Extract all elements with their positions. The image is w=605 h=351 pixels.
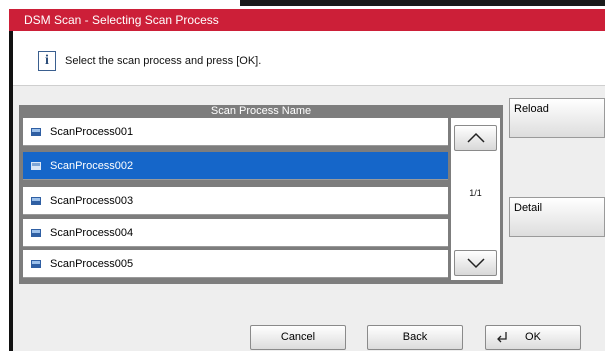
page-indicator: 1/1 bbox=[469, 188, 482, 198]
cancel-button[interactable]: Cancel bbox=[250, 325, 346, 350]
ok-button[interactable]: OK bbox=[485, 325, 581, 350]
list-item[interactable]: ScanProcess004 bbox=[23, 219, 448, 247]
list-item-label: ScanProcess004 bbox=[50, 227, 134, 239]
list-header: Scan Process Name bbox=[210, 105, 312, 117]
list-item[interactable]: ScanProcess005 bbox=[23, 250, 448, 278]
detail-button[interactable]: Detail bbox=[509, 197, 605, 237]
chevron-up-icon bbox=[467, 132, 485, 143]
list-item[interactable]: ScanProcess003 bbox=[23, 187, 448, 215]
list-item[interactable]: ScanProcess002 bbox=[23, 152, 448, 180]
info-icon: i bbox=[38, 51, 56, 71]
scan-process-icon bbox=[31, 260, 41, 268]
scroll-column: 1/1 bbox=[451, 118, 500, 280]
enter-icon bbox=[497, 332, 507, 343]
ok-label: OK bbox=[525, 331, 541, 343]
back-button[interactable]: Back bbox=[367, 325, 463, 350]
scan-process-icon bbox=[31, 162, 41, 170]
scan-process-icon bbox=[31, 229, 41, 237]
chevron-down-icon bbox=[467, 258, 485, 269]
dialog-frame: DSM Scan - Selecting Scan Process i Sele… bbox=[9, 9, 605, 351]
title-bar: DSM Scan - Selecting Scan Process bbox=[9, 9, 605, 31]
scan-process-icon bbox=[31, 128, 41, 136]
scroll-up-button[interactable] bbox=[454, 125, 497, 151]
list-item-label: ScanProcess003 bbox=[50, 195, 134, 207]
scan-process-list: Scan Process Name ScanProcess001 ScanPro… bbox=[19, 105, 503, 284]
top-strip bbox=[0, 0, 605, 9]
scroll-down-button[interactable] bbox=[454, 250, 497, 276]
list-item[interactable]: ScanProcess001 bbox=[23, 118, 448, 146]
list-item-label: ScanProcess001 bbox=[50, 126, 134, 138]
list-item-label: ScanProcess005 bbox=[50, 258, 134, 270]
scan-process-icon bbox=[31, 197, 41, 205]
list-item-label: ScanProcess002 bbox=[50, 160, 134, 172]
reload-button[interactable]: Reload bbox=[509, 98, 605, 138]
message-box: i Select the scan process and press [OK]… bbox=[13, 31, 605, 86]
message-text: Select the scan process and press [OK]. bbox=[65, 55, 262, 67]
top-strip-dark bbox=[240, 0, 605, 6]
